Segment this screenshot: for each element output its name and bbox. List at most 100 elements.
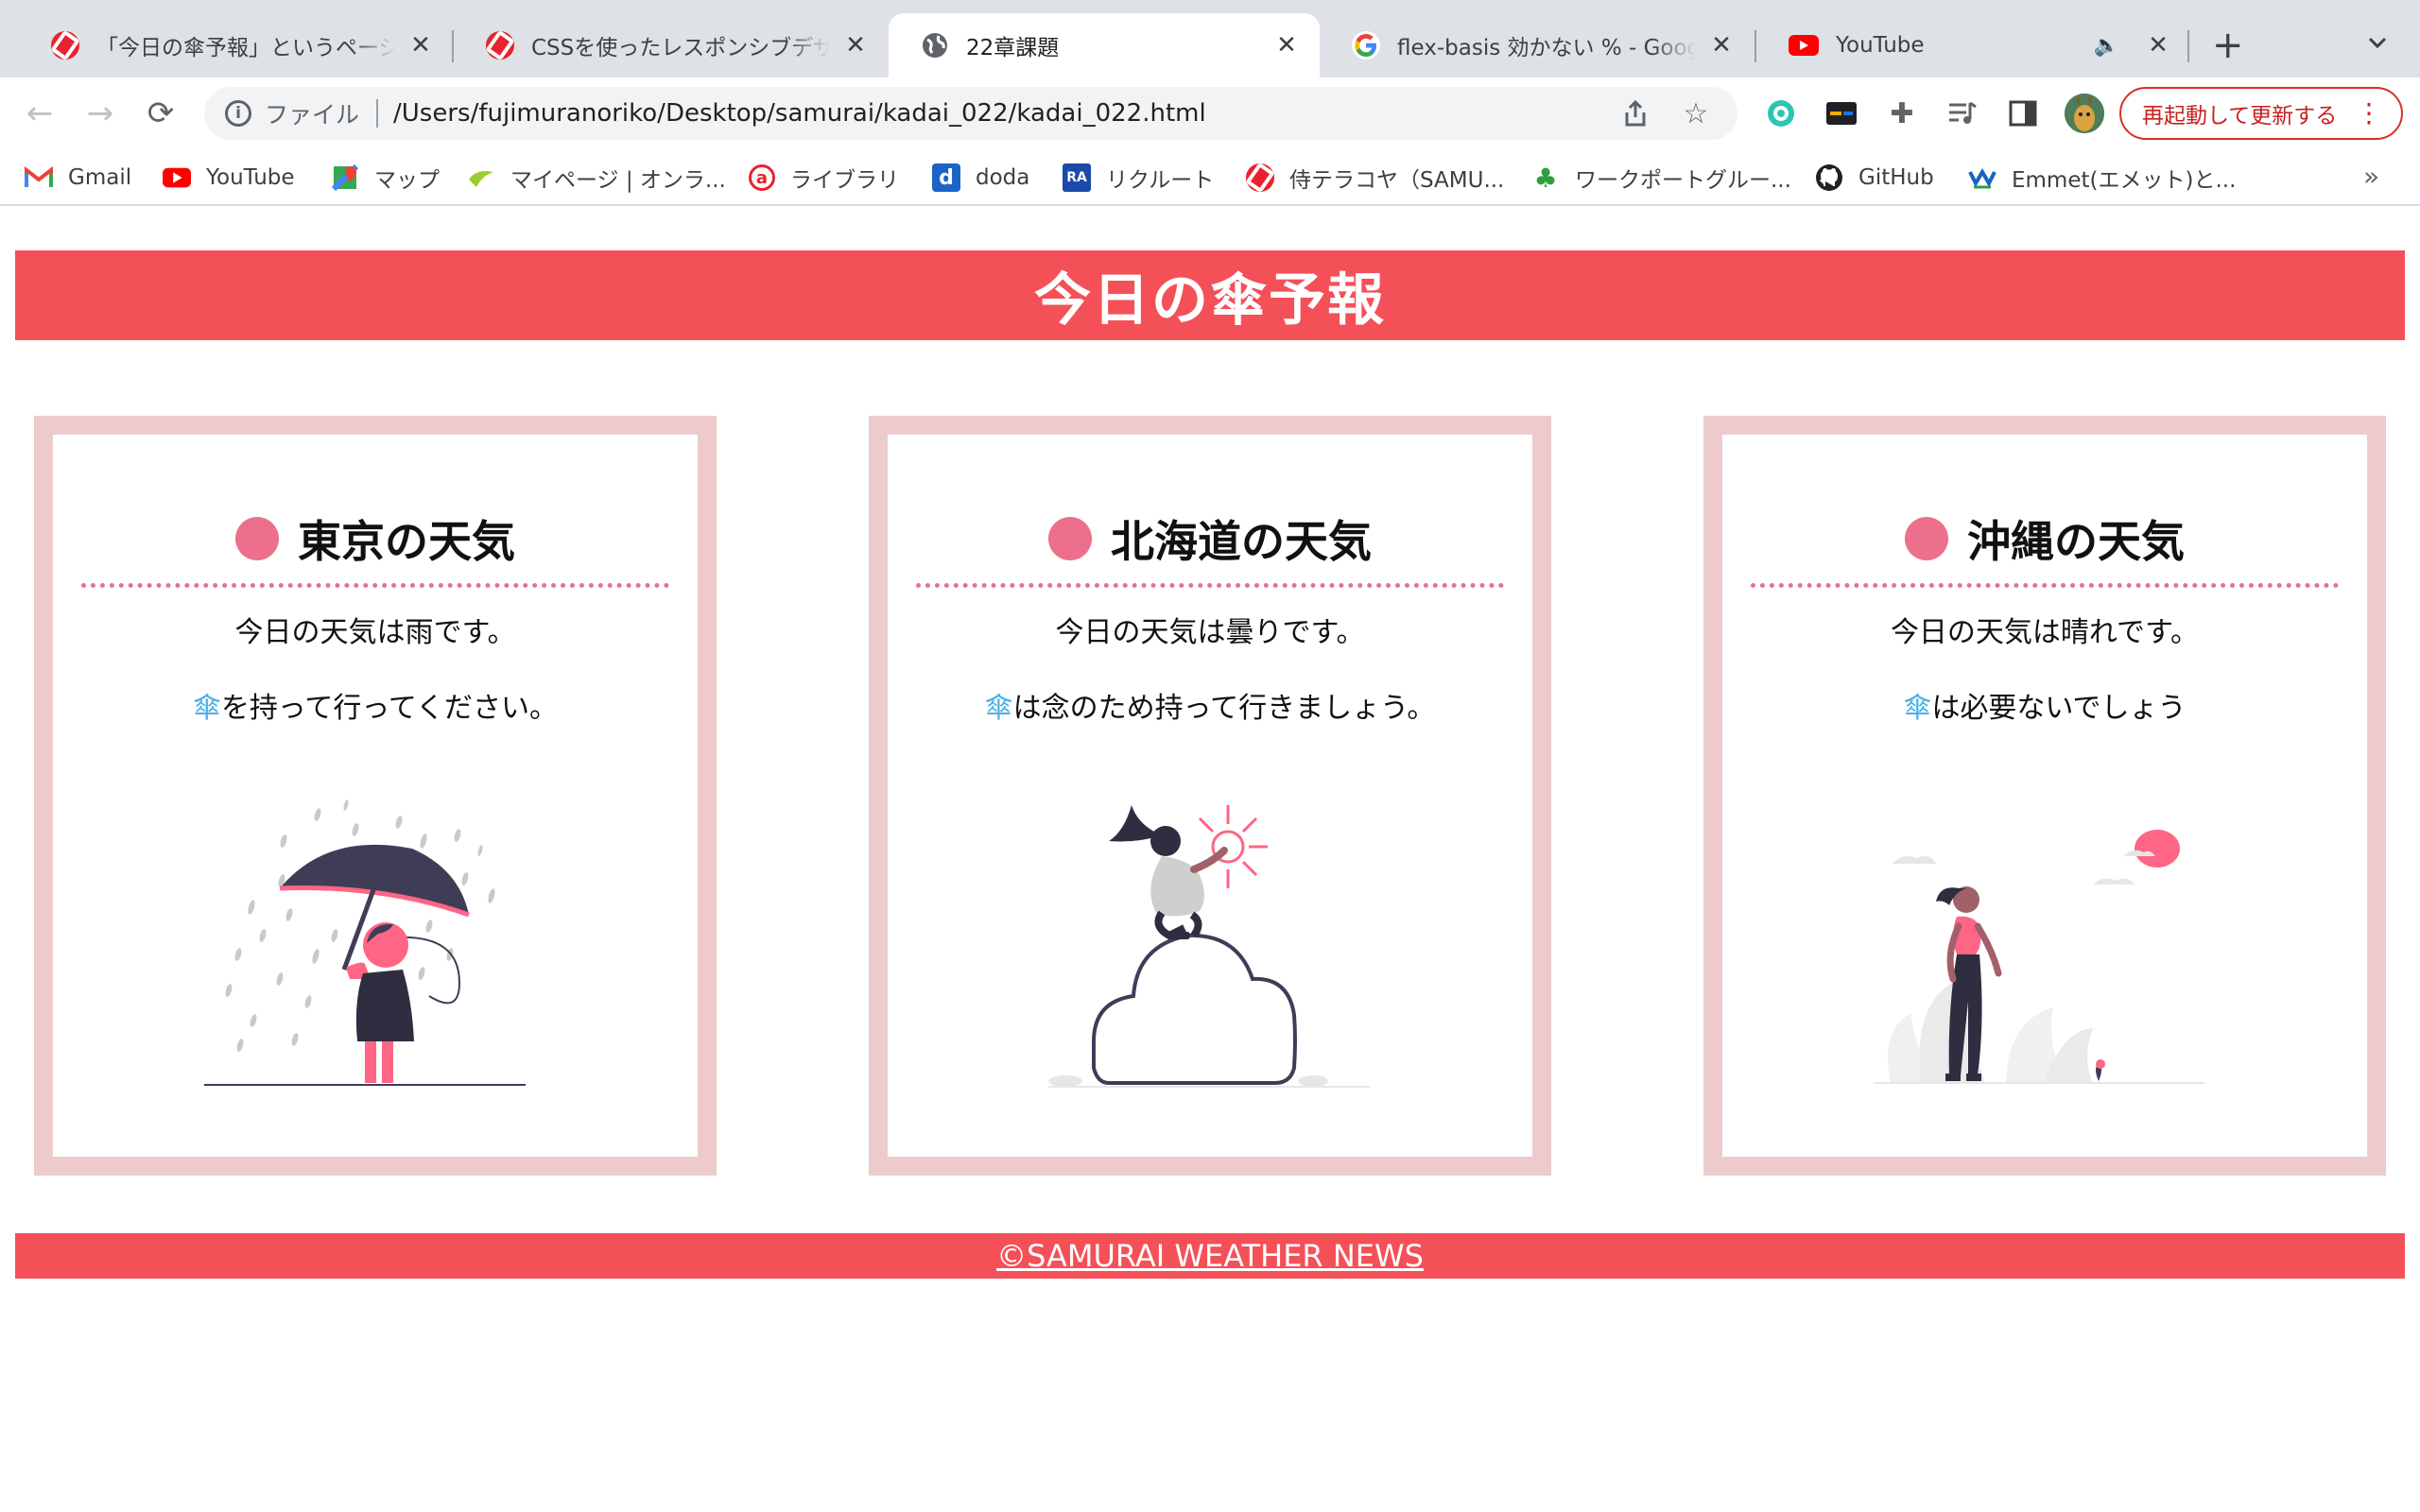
dotted-divider <box>1751 583 2339 588</box>
address-url[interactable]: /Users/fujimuranoriko/Desktop/samurai/ka… <box>393 99 1206 128</box>
address-separator <box>376 99 379 128</box>
close-tab-icon[interactable]: ✕ <box>2146 31 2170 60</box>
weather-card-tokyo: 東京の天気 今日の天気は雨です。 傘を持って行ってください。 <box>34 416 717 1176</box>
bookmark-emmet[interactable]: Emmet(エメット)と... <box>1968 161 2236 195</box>
bullet-dot-icon <box>1905 517 1948 560</box>
reload-icon[interactable]: ⟳ <box>144 94 178 132</box>
umbrella-word: 傘 <box>1903 692 1932 725</box>
bookmarks-bar: Gmail YouTube マップ マイページ | オンラ... a ライブラリ… <box>0 149 2420 206</box>
tab-title: 22章課題 <box>966 36 1060 60</box>
bookmark-gmail[interactable]: Gmail <box>25 161 131 195</box>
restart-to-update-button[interactable]: 再起動して更新する ⋮ <box>2119 87 2403 140</box>
bookmark-mypage[interactable]: マイページ | オンラ... <box>467 161 726 195</box>
forward-arrow-icon[interactable]: → <box>83 94 117 132</box>
weather-card-hokkaido: 北海道の天気 今日の天気は曇りです。 傘は念のため持って行きましょう。 <box>869 416 1551 1176</box>
page-footer: ©SAMURAI WEATHER NEWS <box>15 1233 2405 1279</box>
youtube-icon <box>163 163 191 192</box>
tab-title: CSSを使ったレスポンシブデザイン <box>531 36 830 60</box>
tab-flex-basis-search[interactable]: flex-basis 効かない % - Google ✕ <box>1320 13 1754 77</box>
tab-css-responsive[interactable]: CSSを使ったレスポンシブデザイン ✕ <box>454 13 889 77</box>
card-heading: 北海道の天気 <box>916 510 1504 567</box>
globe-icon <box>921 31 949 60</box>
bookmark-maps[interactable]: マップ <box>331 161 440 195</box>
more-menu-icon[interactable]: ⋮ <box>2356 98 2382 129</box>
footer-link[interactable]: ©SAMURAI WEATHER NEWS <box>996 1238 1424 1274</box>
restart-label: 再起動して更新する <box>2142 104 2338 129</box>
address-bar[interactable]: i ファイル /Users/fujimuranoriko/Desktop/sam… <box>204 87 1737 140</box>
site-info-icon[interactable]: i <box>225 100 251 127</box>
tab-separator <box>2187 30 2189 62</box>
samurai-favicon-icon <box>1246 163 1274 192</box>
dotted-divider <box>81 583 669 588</box>
reading-list-icon[interactable] <box>1945 96 1979 130</box>
bookmark-workport[interactable]: ♣ ワークポートグルー... <box>1531 161 1791 195</box>
advice-rest: を持って行ってください。 <box>220 692 559 725</box>
samurai-favicon-icon <box>486 31 514 60</box>
bookmark-label: Gmail <box>68 165 132 190</box>
card-heading-text: 北海道の天気 <box>1111 516 1372 567</box>
bookmark-youtube[interactable]: YouTube <box>163 161 295 195</box>
close-tab-icon[interactable]: ✕ <box>843 31 868 60</box>
weather-text: 今日の天気は雨です。 <box>234 616 516 649</box>
card-heading: 東京の天気 <box>81 510 669 567</box>
google-icon <box>1352 31 1380 60</box>
tab-kadai-22[interactable]: 22章課題 ✕ <box>889 13 1320 77</box>
share-icon[interactable] <box>1620 98 1651 129</box>
dotted-divider <box>916 583 1504 588</box>
rain-umbrella-illustration <box>204 799 526 1086</box>
bookmark-star-icon[interactable]: ☆ <box>1681 97 1711 130</box>
bookmark-samurai-terakoya[interactable]: 侍テラコヤ（SAMU... <box>1246 161 1504 195</box>
close-tab-icon[interactable]: ✕ <box>408 31 433 60</box>
bookmark-label: YouTube <box>206 165 295 190</box>
back-arrow-icon[interactable]: ← <box>23 94 57 132</box>
umbrella-word: 傘 <box>192 692 221 725</box>
page-content: 今日の傘予報 東京の天気 今日の天気は雨です。 傘を持って行ってください。 北海… <box>0 206 2420 1512</box>
close-tab-icon[interactable]: ✕ <box>1274 31 1299 60</box>
bookmark-label: doda <box>976 165 1030 190</box>
weather-card-okinawa: 沖縄の天気 今日の天気は晴れです。 傘は必要ないでしょう <box>1703 416 2386 1176</box>
extensions-puzzle-icon[interactable]: ✚ <box>1885 96 1919 130</box>
github-icon <box>1815 163 1843 192</box>
bookmark-doda[interactable]: d doda <box>932 161 1029 195</box>
page-title: 今日の傘予報 <box>1034 267 1386 334</box>
bullet-dot-icon <box>235 517 279 560</box>
tab-youtube[interactable]: YouTube 🔈 ✕ <box>1756 13 2191 77</box>
advice-rest: は念のため持って行きましょう。 <box>1012 692 1436 725</box>
doda-icon: d <box>932 163 960 192</box>
library-icon: a <box>749 164 775 191</box>
card-heading-text: 東京の天気 <box>298 516 515 567</box>
recruit-icon: RA <box>1063 163 1091 192</box>
tab-umbrella-forecast-question[interactable]: 「今日の傘予報」というページを ✕ <box>19 13 454 77</box>
tab-strip: 「今日の傘予報」というページを ✕ CSSを使ったレスポンシブデザイン ✕ 22… <box>0 0 2420 77</box>
advice-text: 傘は必要ないでしょう <box>1722 684 2367 726</box>
samurai-favicon-icon <box>51 31 79 60</box>
bookmark-github[interactable]: GitHub <box>1815 161 1934 195</box>
browser-toolbar: ← → ⟳ i ファイル /Users/fujimuranoriko/Deskt… <box>0 77 2420 149</box>
cloud-climb-illustration <box>1048 805 1370 1088</box>
clover-icon: ♣ <box>1533 162 1558 194</box>
extension-icon[interactable] <box>1824 96 1858 130</box>
advice-text: 傘を持って行ってください。 <box>53 684 698 726</box>
tab-search-chevron-icon[interactable] <box>2363 28 2392 57</box>
speaker-icon[interactable]: 🔈 <box>2094 34 2119 58</box>
address-scheme-label: ファイル <box>265 101 360 129</box>
bookmark-recruit[interactable]: RA リクルート <box>1063 161 1214 195</box>
profile-avatar[interactable] <box>2065 94 2104 133</box>
side-panel-icon[interactable] <box>2006 96 2040 130</box>
emmet-icon <box>1968 163 1996 192</box>
tab-title: 「今日の傘予報」というページを <box>96 36 395 60</box>
new-tab-icon[interactable]: + <box>2212 26 2244 64</box>
bookmark-library[interactable]: a ライブラリ <box>749 161 899 195</box>
bookmark-label: リクルート <box>1106 168 1215 193</box>
close-tab-icon[interactable]: ✕ <box>1709 31 1734 60</box>
advice-rest: は必要ないでしょう <box>1931 692 2187 725</box>
umbrella-word: 傘 <box>984 692 1013 725</box>
bookmark-label: ワークポートグルー... <box>1575 168 1791 193</box>
tab-title: YouTube <box>1836 33 1925 58</box>
page-header: 今日の傘予報 <box>15 250 2405 340</box>
extension-icon[interactable] <box>1764 96 1798 130</box>
bookmarks-overflow-button[interactable]: » <box>2363 161 2379 192</box>
gmail-icon <box>25 163 53 192</box>
youtube-icon <box>1789 35 1819 56</box>
bookmark-label: ライブラリ <box>790 168 899 193</box>
